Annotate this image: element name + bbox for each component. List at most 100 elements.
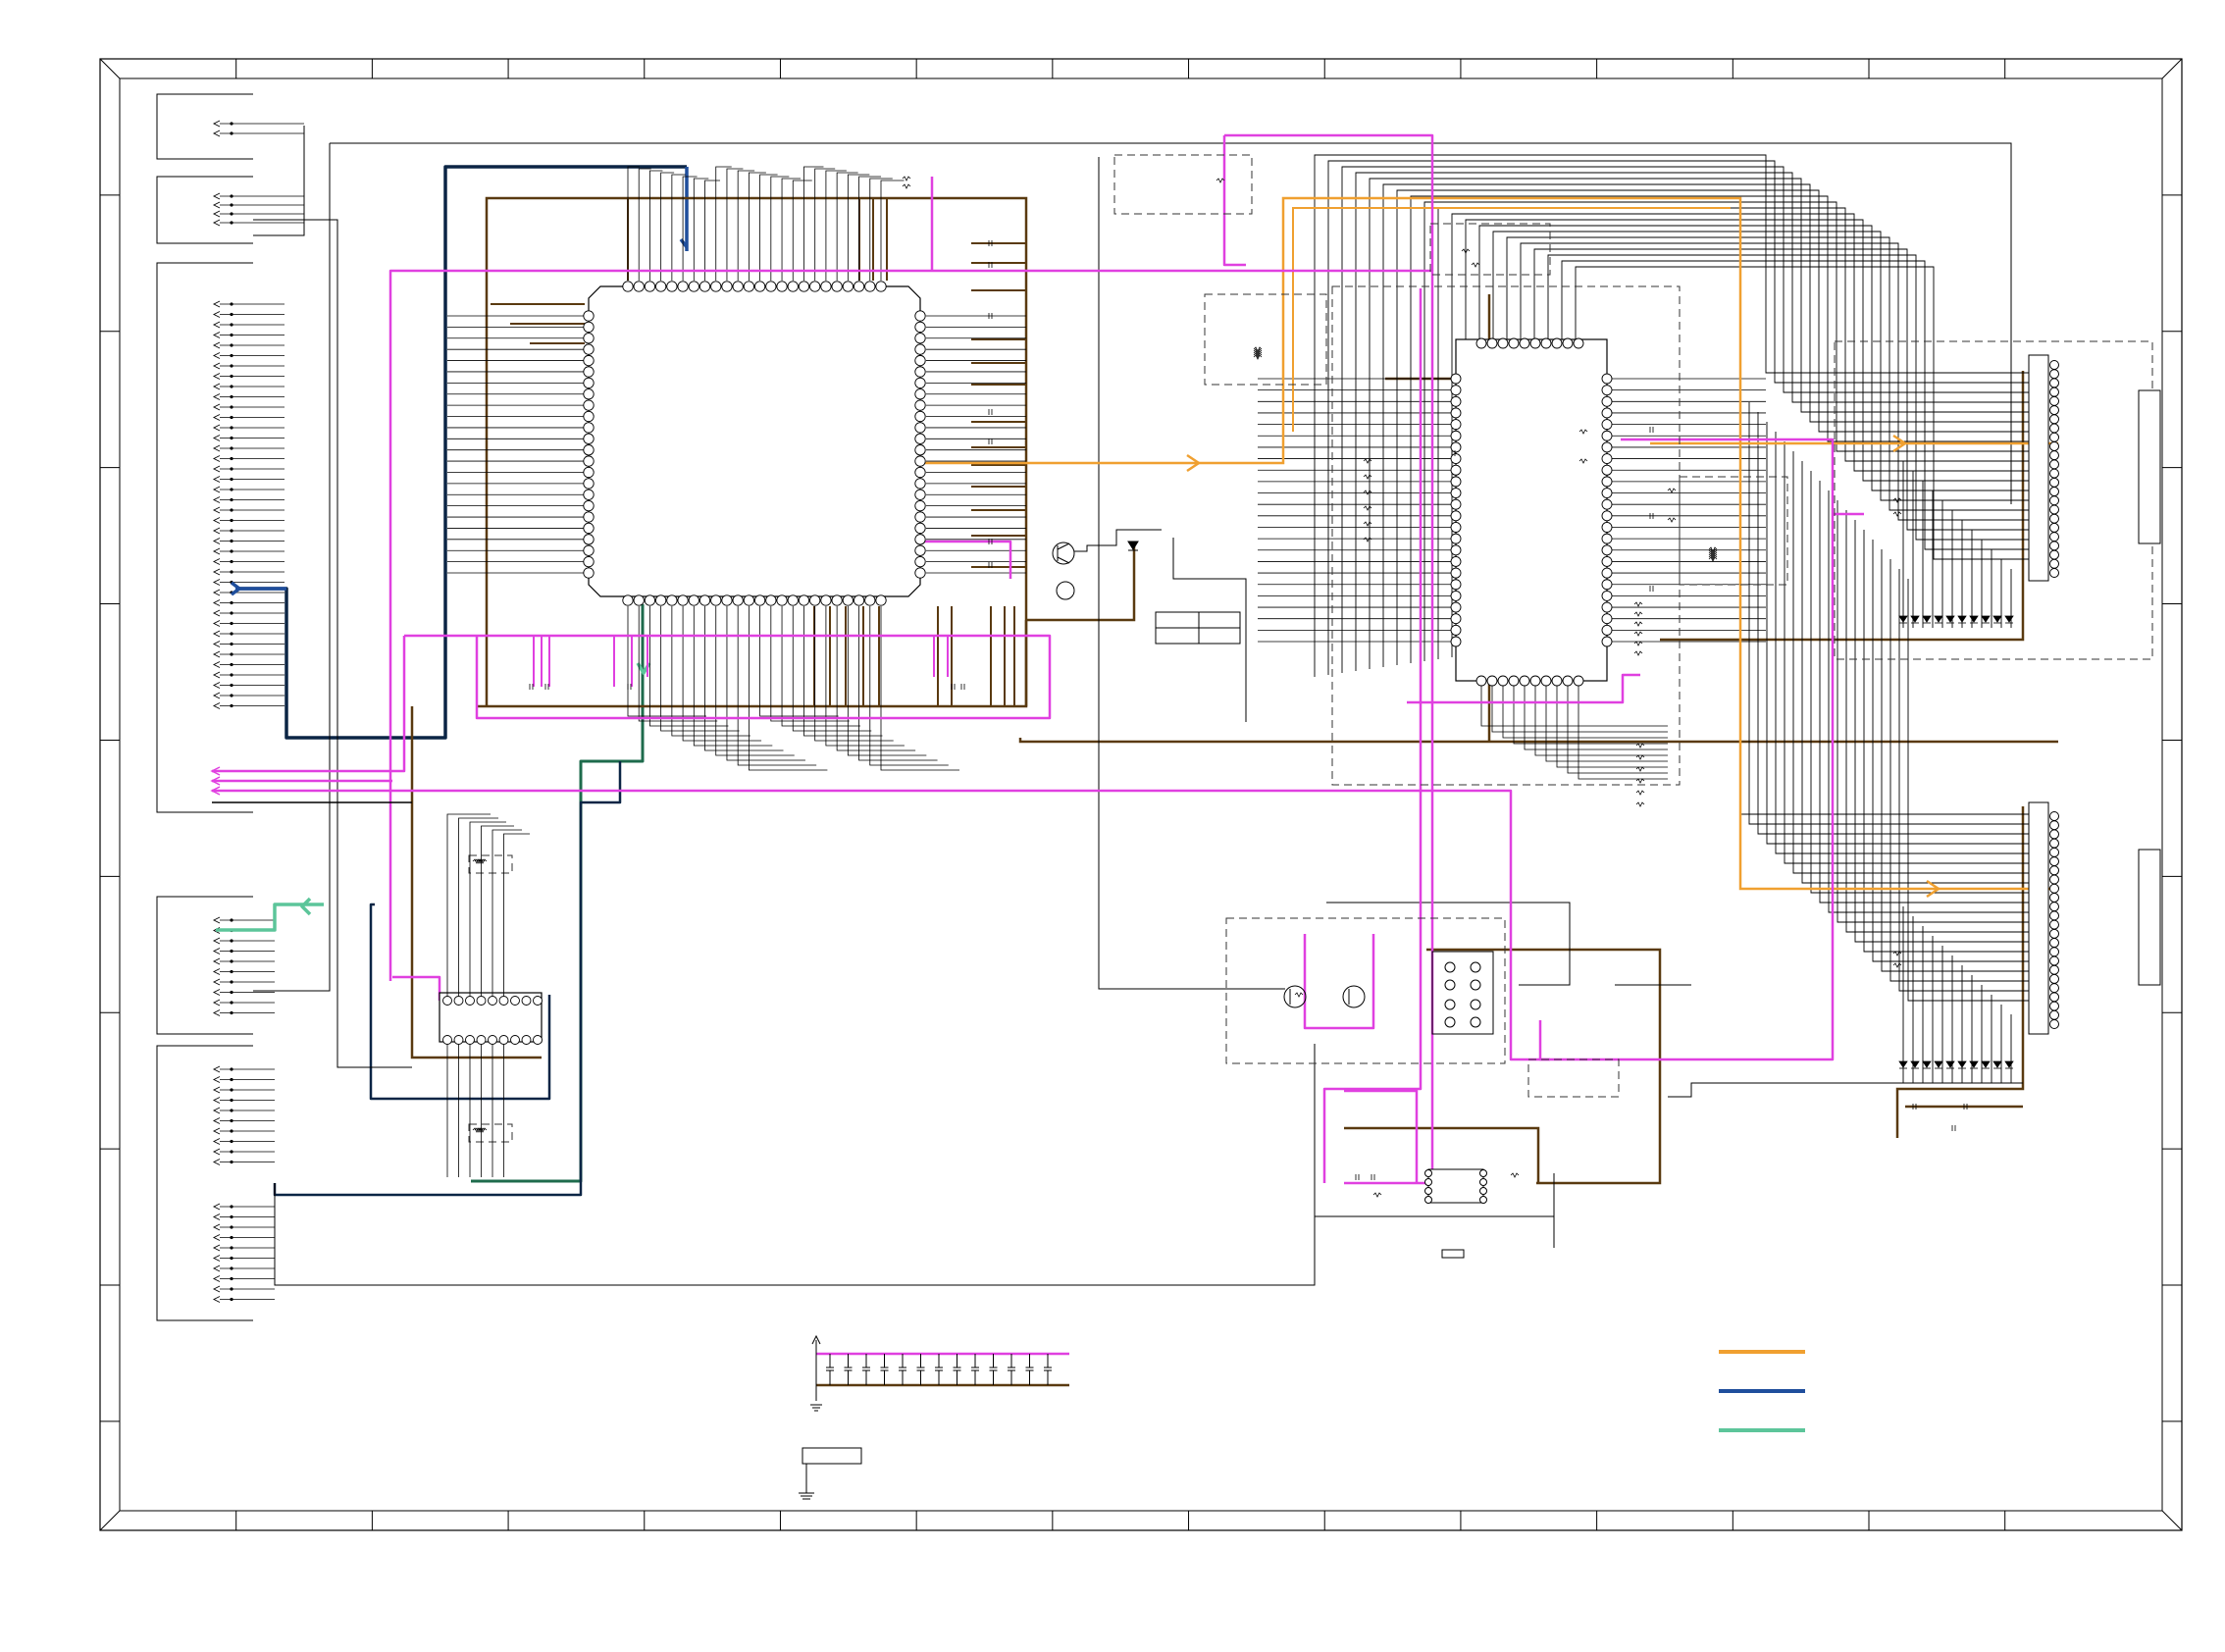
connector-upper-pin xyxy=(2049,568,2059,578)
eeprom-pin-right xyxy=(1479,1169,1487,1177)
bus-trace-lower xyxy=(1739,392,2029,815)
driver-pin-top xyxy=(521,996,532,1006)
cpu-right-fanout xyxy=(926,315,1026,574)
sub-pin-right xyxy=(1601,636,1613,647)
sub-pin-bottom xyxy=(1540,675,1552,687)
connector-upper-pin xyxy=(2049,504,2059,515)
pin-arrow-icon xyxy=(212,383,221,390)
connector-upper-pin xyxy=(2049,378,2059,388)
cpu-bottom-trace xyxy=(737,606,817,766)
pin-dot xyxy=(230,477,233,482)
cpu-pin-bottom xyxy=(743,594,755,606)
cpu-pin-top xyxy=(842,281,854,292)
pin-arrow-icon xyxy=(212,300,221,308)
cpu-bottom-trace xyxy=(792,606,872,732)
cpu-pin-bottom xyxy=(853,594,865,606)
wire-mid-loop xyxy=(1326,902,1571,986)
cpu-pin-top xyxy=(765,281,777,292)
cpu-bottom-trace xyxy=(759,606,839,717)
pin-arrow-icon xyxy=(212,373,221,380)
cpu-top-trace xyxy=(726,168,744,281)
pin-dot xyxy=(230,426,233,430)
right-connectors xyxy=(2028,354,2161,1035)
cpu-pin-left xyxy=(583,544,595,556)
pin-arrow-icon xyxy=(212,517,221,524)
pin-dot xyxy=(230,415,233,420)
cpu-pin-bottom xyxy=(721,594,733,606)
sub-pin-top xyxy=(1573,337,1584,349)
driver-lead-top xyxy=(492,829,522,996)
pin-dot xyxy=(230,302,233,306)
left-connectors xyxy=(156,93,253,1321)
cpu-pin-top xyxy=(677,281,689,292)
pin-dot xyxy=(230,1139,233,1144)
sub-pin-right xyxy=(1601,522,1613,533)
bus-trace-lower xyxy=(1810,471,2029,894)
sub-pin-right xyxy=(1601,373,1613,385)
driver-lead-top xyxy=(503,833,530,996)
resistor-icon xyxy=(902,183,911,189)
pin-dot xyxy=(230,405,233,409)
eeprom-body xyxy=(1427,1168,1484,1204)
block-resistor-array xyxy=(1204,293,1327,386)
cpu-pin-right xyxy=(914,410,926,423)
wire-vertical-long xyxy=(1098,157,1285,990)
cpu-pin-right xyxy=(914,343,926,355)
led-icon xyxy=(1969,1060,1979,1068)
connector-upper-pin xyxy=(2049,513,2059,524)
sub-bottom-trace xyxy=(1545,686,1668,762)
cpu-top-trace xyxy=(704,180,721,281)
pin-arrow-icon xyxy=(212,682,221,689)
pin-dot xyxy=(230,662,233,667)
cpu-bottom-trace xyxy=(627,606,706,717)
pin-arrow-icon xyxy=(212,609,221,617)
pin-arrow-icon xyxy=(212,1138,221,1145)
pin-arrow-icon xyxy=(212,332,221,338)
pin-dot xyxy=(230,683,233,688)
driver-pin-bottom xyxy=(510,1035,520,1045)
cpu-pin-bottom xyxy=(644,594,656,606)
connector-lower-pin xyxy=(2049,983,2059,994)
led-icon xyxy=(1992,1060,2002,1068)
net-magenta-transistor xyxy=(1303,934,1375,1030)
cpu-pin-left xyxy=(583,555,595,568)
sub-pin-left xyxy=(1450,613,1462,625)
cpu-bottom-trace xyxy=(770,606,850,722)
connector-upper-pin xyxy=(2049,549,2059,560)
driver-pin-bottom xyxy=(442,1035,452,1045)
connector-lower-pin xyxy=(2049,811,2059,821)
connector-lower-pin xyxy=(2049,820,2059,831)
pin-arrow-icon xyxy=(212,978,221,986)
pin-dot xyxy=(230,694,233,697)
pin-dot xyxy=(230,529,233,533)
pin-arrow-icon xyxy=(212,1296,221,1303)
connector-lower-pin xyxy=(2049,829,2059,840)
sub-pin-bottom xyxy=(1529,675,1541,687)
resistor-icon xyxy=(1892,962,1902,968)
eeprom-pin-left xyxy=(1424,1187,1432,1195)
connector-upper-pin xyxy=(2049,459,2059,470)
resistor-icon xyxy=(1253,346,1263,352)
eeprom-pin-right xyxy=(1479,1187,1487,1195)
bus-trace-lower xyxy=(1837,500,2029,923)
cpu-pin-right xyxy=(914,555,926,568)
block-lower-resistors xyxy=(1527,1058,1620,1098)
cpu-pin-bottom xyxy=(622,594,634,606)
pin-arrow-icon xyxy=(212,999,221,1007)
cpu-left-fanout xyxy=(447,315,584,574)
cpu-pin-top xyxy=(798,281,810,292)
cpu-pin-top xyxy=(820,281,832,292)
transistor-q1-icon xyxy=(1052,542,1075,565)
cpu-top-trace xyxy=(759,174,778,281)
connector-lower-label-plate xyxy=(2138,849,2161,986)
pin-arrow-icon xyxy=(212,1275,221,1282)
net-green-light xyxy=(216,903,324,932)
cpu-pin-bottom xyxy=(688,594,699,606)
connector-upper-pin xyxy=(2049,495,2059,506)
driver-pin-top xyxy=(510,996,520,1006)
sub-pin-top xyxy=(1540,337,1552,349)
pin-dot xyxy=(230,539,233,543)
connector-upper-pin xyxy=(2049,414,2059,425)
sub-pin-left xyxy=(1450,510,1462,522)
resistor-icon xyxy=(1363,505,1372,511)
